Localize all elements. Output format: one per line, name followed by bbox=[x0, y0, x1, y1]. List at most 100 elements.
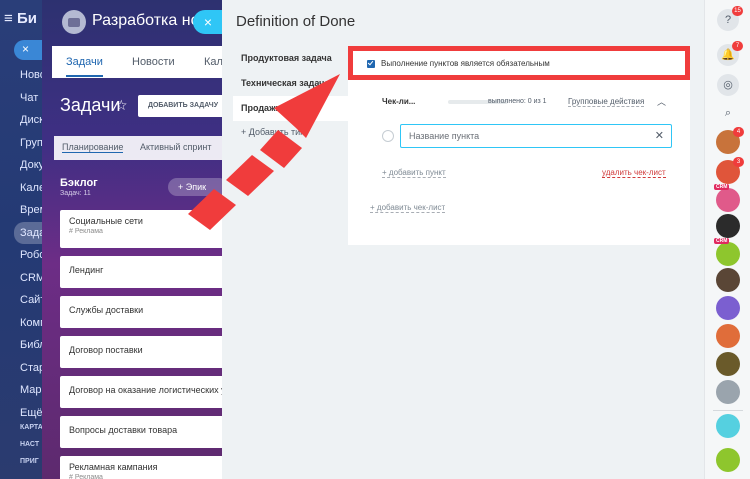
sidebar-item[interactable]: Груп bbox=[20, 132, 44, 155]
notifications-button[interactable]: 🔔 7 bbox=[717, 41, 743, 66]
avatar-badge: 4 bbox=[733, 127, 744, 137]
clear-icon[interactable]: ✕ bbox=[655, 129, 664, 142]
sidebar-item[interactable]: Стар bbox=[20, 357, 44, 380]
sidebar-item[interactable]: Кале bbox=[20, 177, 44, 200]
definition-of-done-panel: Definition of Done Продуктовая задача Те… bbox=[222, 0, 704, 479]
sidebar-item[interactable]: Сайт bbox=[20, 289, 44, 312]
avatar[interactable] bbox=[716, 352, 740, 376]
sidebar-item[interactable]: Доку bbox=[20, 154, 44, 177]
phone-icon[interactable] bbox=[716, 448, 740, 472]
sidebar-item[interactable]: Ещё bbox=[20, 402, 44, 425]
close-icon: × bbox=[203, 14, 213, 30]
card-title: Договор поставки bbox=[69, 345, 143, 355]
sidebar-item[interactable]: Врем bbox=[20, 199, 44, 222]
checklist-name[interactable]: Чек-ли... bbox=[382, 97, 415, 106]
item-name-input[interactable] bbox=[400, 124, 672, 148]
sidebar-item[interactable]: Мар bbox=[20, 379, 44, 402]
close-panel-button[interactable]: × bbox=[193, 10, 223, 34]
checklist-content: Выполнение пунктов является обязательным… bbox=[348, 46, 690, 245]
card-title: Службы доставки bbox=[69, 305, 144, 315]
required-checkbox[interactable] bbox=[367, 60, 375, 68]
search-button[interactable]: ⌕ bbox=[717, 102, 739, 124]
sidebar-footer-settings[interactable]: НАСТ bbox=[20, 441, 39, 448]
project-title: Разработка нов bbox=[92, 12, 208, 29]
logout-icon[interactable] bbox=[716, 414, 740, 438]
required-option-highlight: Выполнение пунктов является обязательным bbox=[348, 46, 690, 80]
card-title: Лендинг bbox=[69, 265, 104, 275]
question-icon: ? bbox=[724, 14, 732, 26]
card-tag: # Реклама bbox=[69, 228, 103, 235]
backlog-card[interactable]: Рекламная кампания # Реклама bbox=[60, 456, 222, 479]
rail-divider bbox=[713, 410, 743, 411]
card-title: Вопросы доставки товара bbox=[69, 425, 178, 435]
backlog-card[interactable]: Вопросы доставки товара bbox=[60, 416, 222, 448]
sidebar-item[interactable]: Диск bbox=[20, 109, 44, 132]
crm-avatar[interactable]: CRM bbox=[714, 184, 740, 212]
sidebar-item[interactable]: Чат bbox=[20, 87, 44, 110]
item-complete-toggle[interactable] bbox=[382, 130, 394, 142]
tab-news[interactable]: Новости bbox=[132, 56, 175, 68]
checklist-done-count: выполнено: 0 из 1 bbox=[488, 98, 547, 105]
avatar[interactable] bbox=[716, 214, 740, 238]
backlog-title: Бэклог bbox=[60, 177, 98, 189]
card-title: Договор на оказание логистических усл bbox=[69, 385, 222, 395]
sidebar-footer-map[interactable]: КАРТА bbox=[20, 424, 43, 431]
tab-calendar[interactable]: Кал bbox=[204, 56, 222, 68]
sidebar-item[interactable]: Комп bbox=[20, 312, 44, 335]
delete-checklist-link[interactable]: удалить чек-лист bbox=[602, 168, 666, 178]
user-icon[interactable] bbox=[716, 324, 740, 348]
user-icon[interactable] bbox=[716, 380, 740, 404]
help-button[interactable]: ? 15 bbox=[717, 6, 743, 31]
panel-title: Definition of Done bbox=[236, 13, 356, 30]
backlog-card[interactable]: Договор поставки bbox=[60, 336, 222, 368]
type-item-product[interactable]: Продуктовая задача bbox=[233, 46, 348, 71]
filter-planning[interactable]: Планирование bbox=[62, 142, 124, 153]
notifications-badge: 7 bbox=[732, 41, 743, 51]
add-epic-button[interactable]: + Эпик bbox=[168, 178, 222, 196]
tab-tasks[interactable]: Задачи bbox=[66, 56, 103, 77]
backlog-cards: Социальные сети # Реклама Лендинг Службы до… bbox=[60, 210, 222, 479]
group-avatar[interactable]: 3 bbox=[716, 157, 744, 184]
left-sidebar: ≡Би × НовоЧатДискГрупДокуКалеВремЗадаРоб… bbox=[0, 0, 44, 479]
backlog-card[interactable]: Службы доставки bbox=[60, 296, 222, 328]
sidebar-items: НовоЧатДискГрупДокуКалеВремЗадаРобоCRMСа… bbox=[14, 64, 44, 425]
filter-active-sprint[interactable]: Активный спринт bbox=[140, 142, 211, 152]
sidebar-search[interactable]: × bbox=[14, 40, 44, 60]
sidebar-item[interactable]: Робо bbox=[20, 244, 44, 267]
avatar[interactable] bbox=[716, 268, 740, 292]
close-icon[interactable]: × bbox=[22, 42, 29, 56]
brand[interactable]: ≡ Би bbox=[4, 10, 37, 27]
backlog-card[interactable]: Договор на оказание логистических усл bbox=[60, 376, 222, 408]
type-item-sales[interactable]: Продажи bbox=[233, 96, 348, 121]
add-item-link[interactable]: + добавить пункт bbox=[382, 168, 446, 178]
crm-tag: CRM bbox=[714, 238, 730, 244]
add-checklist-link[interactable]: + добавить чек-лист bbox=[370, 203, 446, 213]
task-type-list: Продуктовая задача Техническая задача Пр… bbox=[233, 46, 348, 143]
search-icon: ⌕ bbox=[724, 107, 732, 119]
tasks-title: Задачи bbox=[60, 95, 121, 115]
required-label[interactable]: Выполнение пунктов является обязательным bbox=[381, 59, 550, 68]
filter-bar: Планирование Активный спринт bbox=[54, 136, 222, 160]
sidebar-footer-invite[interactable]: ПРИГ bbox=[20, 458, 39, 465]
crm-avatar[interactable]: CRM bbox=[714, 238, 740, 266]
chat-icon: ◎ bbox=[723, 79, 733, 91]
add-task-button[interactable]: ДОБАВИТЬ ЗАДАЧУ bbox=[138, 95, 222, 117]
viber-icon[interactable] bbox=[716, 296, 740, 320]
sidebar-item[interactable]: CRM bbox=[20, 267, 44, 290]
menu-icon[interactable]: ≡ bbox=[4, 10, 14, 27]
sidebar-item[interactable]: Библ bbox=[20, 334, 44, 357]
sidebar-item[interactable]: Зада bbox=[14, 221, 44, 244]
backlog-card[interactable]: Лендинг bbox=[60, 256, 222, 288]
card-title: Социальные сети bbox=[69, 216, 143, 226]
group-actions-link[interactable]: Групповые действия bbox=[568, 97, 645, 107]
star-icon[interactable]: ☆ bbox=[115, 97, 128, 114]
chat-button[interactable]: ◎ bbox=[717, 74, 739, 96]
sidebar-item[interactable]: Ново bbox=[20, 64, 44, 87]
avatar[interactable]: 4 bbox=[716, 127, 744, 154]
checklist-item-row: ✕ bbox=[382, 124, 672, 148]
add-type-link[interactable]: + Добавить тип bbox=[233, 121, 348, 143]
backlog-card[interactable]: Социальные сети # Реклама bbox=[60, 210, 222, 248]
card-tag: # Реклама bbox=[69, 474, 103, 479]
chevron-up-icon[interactable]: ︿ bbox=[657, 95, 666, 108]
type-item-technical[interactable]: Техническая задача bbox=[233, 71, 348, 96]
